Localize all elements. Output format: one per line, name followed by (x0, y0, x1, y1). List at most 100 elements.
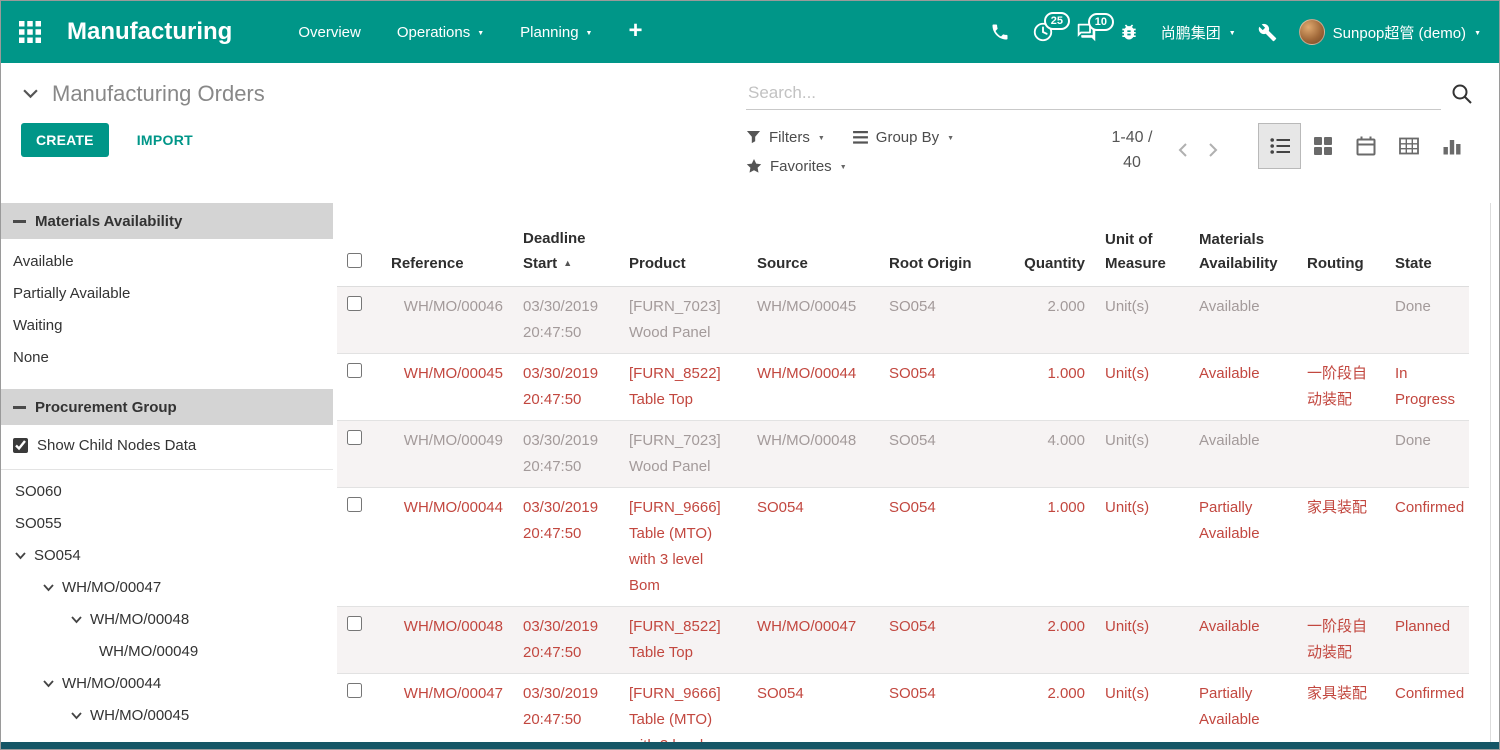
bug-icon (1119, 22, 1139, 42)
cell-deadline-start: 03/30/2019 20:47:50 (513, 421, 619, 488)
cell-product: [FURN_8522] Table Top (619, 354, 747, 421)
star-icon (746, 159, 762, 174)
availability-filter-option[interactable]: Available (1, 246, 333, 278)
cell-reference: WH/MO/00045 (381, 354, 513, 421)
debug-button[interactable] (1119, 22, 1139, 42)
search-input[interactable] (746, 77, 1441, 110)
show-child-nodes-checkbox[interactable] (13, 438, 28, 453)
graph-view-button[interactable] (1430, 123, 1473, 169)
apps-grid-icon (19, 21, 41, 43)
row-checkbox[interactable] (347, 296, 362, 311)
row-checkbox[interactable] (347, 683, 362, 698)
show-child-nodes-toggle[interactable]: Show Child Nodes Data (1, 425, 333, 464)
page-title: Manufacturing Orders (52, 81, 265, 107)
cell-root-origin: SO054 (879, 287, 1011, 354)
column-materials-availability[interactable]: Materials Availability (1189, 203, 1297, 287)
column-product[interactable]: Product (619, 203, 747, 287)
caret-down-icon: ▼ (477, 30, 484, 37)
column-deadline-start[interactable]: Deadline Start▲ (513, 203, 619, 287)
apps-menu-button[interactable] (19, 21, 41, 43)
column-state[interactable]: State (1385, 203, 1469, 287)
filters-button[interactable]: Filters ▼ (746, 129, 825, 146)
table-row[interactable]: WH/MO/00046 03/30/2019 20:47:50 [FURN_70… (337, 287, 1469, 354)
caret-down-icon: ▼ (1474, 30, 1481, 37)
cell-quantity: 2.000 (1011, 607, 1095, 674)
tree-item[interactable]: WH/MO/00045 (1, 700, 333, 732)
search-icon[interactable] (1451, 83, 1473, 105)
favorites-button[interactable]: Favorites ▼ (746, 158, 847, 175)
availability-filter-option[interactable]: Partially Available (1, 278, 333, 310)
menu-item[interactable]: Operations▼ (397, 24, 484, 41)
new-menu-button[interactable]: + (628, 19, 642, 46)
tree-item-label: SO055 (15, 508, 62, 540)
table-row[interactable]: WH/MO/00048 03/30/2019 20:47:50 [FURN_85… (337, 607, 1469, 674)
horizontal-scrollbar[interactable] (1, 742, 1499, 749)
group-by-button[interactable]: Group By ▼ (853, 129, 954, 146)
list-view-button[interactable] (1258, 123, 1301, 169)
pager: 1-40 / 40 (1104, 123, 1220, 175)
row-checkbox[interactable] (347, 363, 362, 378)
sort-asc-icon: ▲ (563, 258, 572, 268)
cell-reference: WH/MO/00049 (381, 421, 513, 488)
column-source[interactable]: Source (747, 203, 879, 287)
cell-select (337, 488, 381, 607)
cell-root-origin: SO054 (879, 488, 1011, 607)
tree-item[interactable]: SO055 (1, 508, 333, 540)
menu-item[interactable]: Planning▼ (520, 24, 592, 41)
column-unit-of-measure[interactable]: Unit of Measure (1095, 203, 1189, 287)
table-row[interactable]: WH/MO/00047 03/30/2019 20:47:50 [FURN_96… (337, 674, 1469, 750)
column-routing[interactable]: Routing (1297, 203, 1385, 287)
tree-item[interactable]: WH/MO/00044 (1, 668, 333, 700)
list-view: Reference Deadline Start▲ Product Source… (333, 203, 1491, 750)
group-by-bars-icon (853, 131, 868, 144)
messages-button[interactable]: 10 (1076, 22, 1097, 43)
caret-down-icon: ▼ (586, 30, 593, 37)
phone-button[interactable] (990, 22, 1010, 42)
tree-item[interactable]: WH/MO/00048 (1, 604, 333, 636)
activities-button[interactable]: 25 (1032, 21, 1054, 43)
kanban-view-button[interactable] (1301, 123, 1344, 169)
caret-down-icon: ▼ (818, 135, 825, 142)
table-row[interactable]: WH/MO/00045 03/30/2019 20:47:50 [FURN_85… (337, 354, 1469, 421)
calendar-view-button[interactable] (1344, 123, 1387, 169)
caret-down-icon: ▼ (840, 164, 847, 171)
avatar (1299, 19, 1325, 45)
availability-filter-option[interactable]: Waiting (1, 310, 333, 342)
select-all-checkbox[interactable] (347, 253, 362, 268)
availability-filter-option[interactable]: None (1, 342, 333, 374)
cell-product: [FURN_7023] Wood Panel (619, 421, 747, 488)
row-checkbox[interactable] (347, 430, 362, 445)
section-materials-availability[interactable]: Materials Availability (1, 203, 333, 239)
pivot-view-button[interactable] (1387, 123, 1430, 169)
cell-deadline-start: 03/30/2019 20:47:50 (513, 287, 619, 354)
create-button[interactable]: CREATE (21, 123, 109, 157)
row-checkbox[interactable] (347, 616, 362, 631)
kanban-view-icon (1313, 136, 1333, 156)
pager-previous-button[interactable] (1176, 138, 1190, 162)
tree-item[interactable]: WH/MO/00047 (1, 572, 333, 604)
cell-root-origin: SO054 (879, 674, 1011, 750)
column-root-origin[interactable]: Root Origin (879, 203, 1011, 287)
table-row[interactable]: WH/MO/00049 03/30/2019 20:47:50 [FURN_70… (337, 421, 1469, 488)
tree-item[interactable]: WH/MO/00049 (1, 636, 333, 668)
column-reference[interactable]: Reference (381, 203, 513, 287)
tree-item[interactable]: SO054 (1, 540, 333, 572)
import-button[interactable]: IMPORT (137, 132, 193, 148)
column-quantity[interactable]: Quantity (1011, 203, 1095, 287)
cell-quantity: 2.000 (1011, 287, 1095, 354)
user-menu[interactable]: Sunpop超管 (demo) ▼ (1299, 19, 1481, 45)
cell-source: WH/MO/00044 (747, 354, 879, 421)
activities-badge: 25 (1044, 12, 1070, 30)
cell-unit-of-measure: Unit(s) (1095, 607, 1189, 674)
tree-item[interactable]: SO060 (1, 476, 333, 508)
cell-reference: WH/MO/00047 (381, 674, 513, 750)
support-button[interactable] (1258, 23, 1277, 42)
breadcrumb-toggle[interactable] (21, 87, 40, 101)
pager-next-button[interactable] (1206, 138, 1220, 162)
main-menu: Overview▼ Operations▼ Planning▼ + (298, 19, 642, 46)
section-procurement-group[interactable]: Procurement Group (1, 389, 333, 425)
row-checkbox[interactable] (347, 497, 362, 512)
menu-item[interactable]: Overview▼ (298, 24, 361, 41)
table-row[interactable]: WH/MO/00044 03/30/2019 20:47:50 [FURN_96… (337, 488, 1469, 607)
company-switcher[interactable]: 尚鹏集团▼ (1161, 22, 1236, 43)
